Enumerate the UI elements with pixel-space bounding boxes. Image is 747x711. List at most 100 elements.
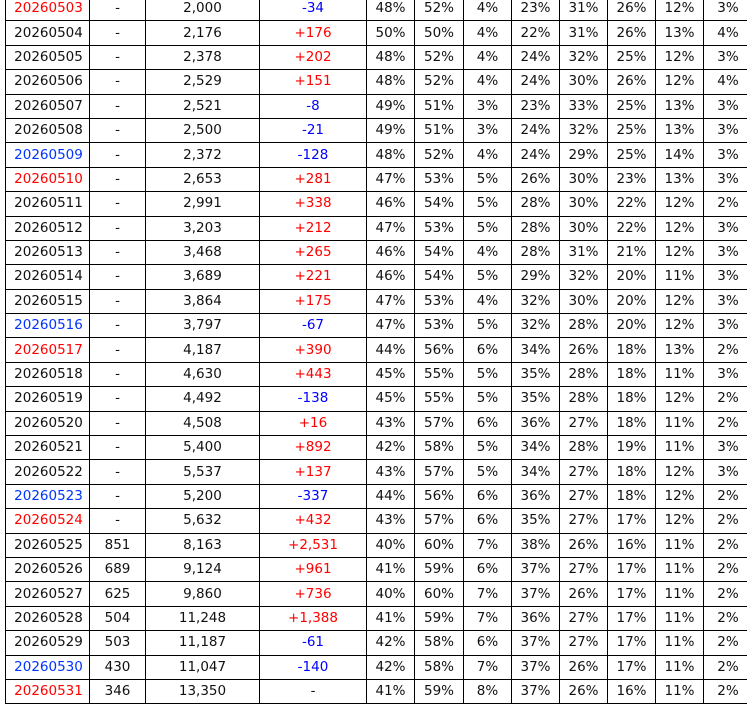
- percent-cell: 5%: [463, 215, 512, 241]
- count-cell: -: [89, 288, 146, 315]
- delta-cell: -8: [259, 93, 367, 119]
- percent-cell: 5%: [463, 459, 512, 485]
- percent-cell: 13%: [655, 20, 704, 46]
- total-cell: 2,521: [145, 93, 260, 119]
- total-cell: 13,350: [145, 678, 260, 705]
- percent-cell: 28%: [511, 191, 560, 217]
- total-cell: 5,400: [145, 435, 260, 461]
- total-cell: 5,632: [145, 508, 260, 534]
- percent-cell: 24%: [511, 69, 560, 95]
- percent-cell: 36%: [511, 605, 560, 632]
- percent-cell: 52%: [414, 142, 464, 168]
- percent-cell: 34%: [511, 459, 560, 485]
- percent-cell: 17%: [607, 556, 656, 583]
- count-cell: -: [89, 215, 146, 241]
- date-cell: 20260526: [5, 556, 90, 583]
- date-cell: 20260520: [5, 410, 90, 437]
- percent-cell: 22%: [511, 20, 560, 46]
- count-cell: 851: [89, 532, 146, 558]
- percent-cell: 37%: [511, 556, 560, 583]
- table-row: 20260505-2,378 +202 48% 52% 4% 24% 32% 25% 12% 3%: [5, 44, 747, 71]
- table-row: 20260514-3,689 +221 46% 54% 5% 29% 32% 20% 11% 3%: [5, 264, 747, 290]
- count-cell: 504: [89, 605, 146, 632]
- percent-cell: 29%: [559, 142, 608, 168]
- delta-cell: -337: [259, 483, 367, 510]
- percent-cell: 59%: [414, 678, 464, 705]
- count-cell: -: [89, 191, 146, 217]
- count-cell: -: [89, 44, 146, 71]
- percent-cell: 57%: [414, 410, 464, 437]
- delta-cell: +281: [259, 166, 367, 193]
- percent-cell: 33%: [559, 93, 608, 119]
- percent-cell: 35%: [511, 508, 560, 534]
- percent-cell: 55%: [414, 361, 464, 388]
- percent-cell: 6%: [463, 483, 512, 510]
- percent-cell: 36%: [511, 410, 560, 437]
- percent-cell: 12%: [655, 386, 704, 412]
- delta-cell: -128: [259, 142, 367, 168]
- delta-cell: +176: [259, 20, 367, 46]
- date-cell: 20260508: [5, 117, 90, 144]
- delta-cell: +432: [259, 508, 367, 534]
- percent-cell: 11%: [655, 361, 704, 388]
- percent-cell: 30%: [559, 215, 608, 241]
- percent-cell: 34%: [511, 337, 560, 363]
- percent-cell: 4%: [463, 20, 512, 46]
- percent-cell: 56%: [414, 337, 464, 363]
- percent-cell: 47%: [366, 166, 415, 193]
- total-cell: 2,378: [145, 44, 260, 71]
- percent-cell: 6%: [463, 508, 512, 534]
- table-row: 20260528 504 11,248 +1,388 41% 59% 7% 36% 27% 17%…: [5, 605, 747, 632]
- percent-cell: 26%: [607, 69, 656, 95]
- percent-cell: 53%: [414, 215, 464, 241]
- total-cell: 11,248: [145, 605, 260, 632]
- percent-cell: 28%: [559, 386, 608, 412]
- percent-cell: 17%: [607, 654, 656, 680]
- percent-cell: 4%: [463, 288, 512, 315]
- percent-cell: 27%: [559, 605, 608, 632]
- total-cell: 5,200: [145, 483, 260, 510]
- percent-cell: 50%: [366, 20, 415, 46]
- table-row: 20260521-5,400 +892 42% 58% 5% 34% 28% 19% 11% 3%: [5, 435, 747, 461]
- percent-cell: 47%: [366, 313, 415, 339]
- percent-cell: 17%: [607, 605, 656, 632]
- percent-cell: 23%: [607, 166, 656, 193]
- total-cell: 11,187: [145, 630, 260, 656]
- percent-cell: 32%: [511, 313, 560, 339]
- percent-cell: 34%: [511, 435, 560, 461]
- percent-cell: 41%: [366, 556, 415, 583]
- date-cell: 20260530: [5, 654, 90, 680]
- percent-cell: 16%: [607, 678, 656, 705]
- count-cell: -: [89, 142, 146, 168]
- percent-cell: 44%: [366, 483, 415, 510]
- percent-cell: 59%: [414, 556, 464, 583]
- percent-cell: 50%: [414, 20, 464, 46]
- date-cell: 20260521: [5, 435, 90, 461]
- percent-cell: 13%: [655, 337, 704, 363]
- percent-cell: 12%: [655, 459, 704, 485]
- percent-cell: 32%: [511, 288, 560, 315]
- date-cell: 20260509: [5, 142, 90, 168]
- percent-cell: 18%: [607, 386, 656, 412]
- percent-cell: 42%: [366, 654, 415, 680]
- count-cell: -: [89, 20, 146, 46]
- table-row: 20260526 689 9,124 +961 41% 59% 6% 37% 27% 17% 11%…: [5, 556, 747, 583]
- percent-cell: 32%: [559, 44, 608, 71]
- table-row: 20260518-4,630 +443 45% 55% 5% 35% 28% 18% 11% 3%: [5, 361, 747, 388]
- table-row: 20260510-2,653 +281 47% 53% 5% 26% 30% 23% 13% 3%: [5, 166, 747, 193]
- percent-cell: 2%: [703, 678, 747, 705]
- percent-cell: 46%: [366, 191, 415, 217]
- percent-cell: 11%: [655, 605, 704, 632]
- percent-cell: 3%: [703, 44, 747, 71]
- delta-cell: +175: [259, 288, 367, 315]
- percent-cell: 6%: [463, 337, 512, 363]
- delta-cell: +137: [259, 459, 367, 485]
- percent-cell: 38%: [511, 532, 560, 558]
- table-row: 20260522-5,537 +137 43% 57% 5% 34% 27% 18% 12% 3%: [5, 459, 747, 485]
- table-row: 20260520-4,508 +16 43% 57% 6% 36% 27% 18% 11% 2%: [5, 410, 747, 437]
- percent-cell: 19%: [607, 435, 656, 461]
- percent-cell: 43%: [366, 410, 415, 437]
- delta-cell: -61: [259, 630, 367, 656]
- percent-cell: 7%: [463, 654, 512, 680]
- percent-cell: 2%: [703, 630, 747, 656]
